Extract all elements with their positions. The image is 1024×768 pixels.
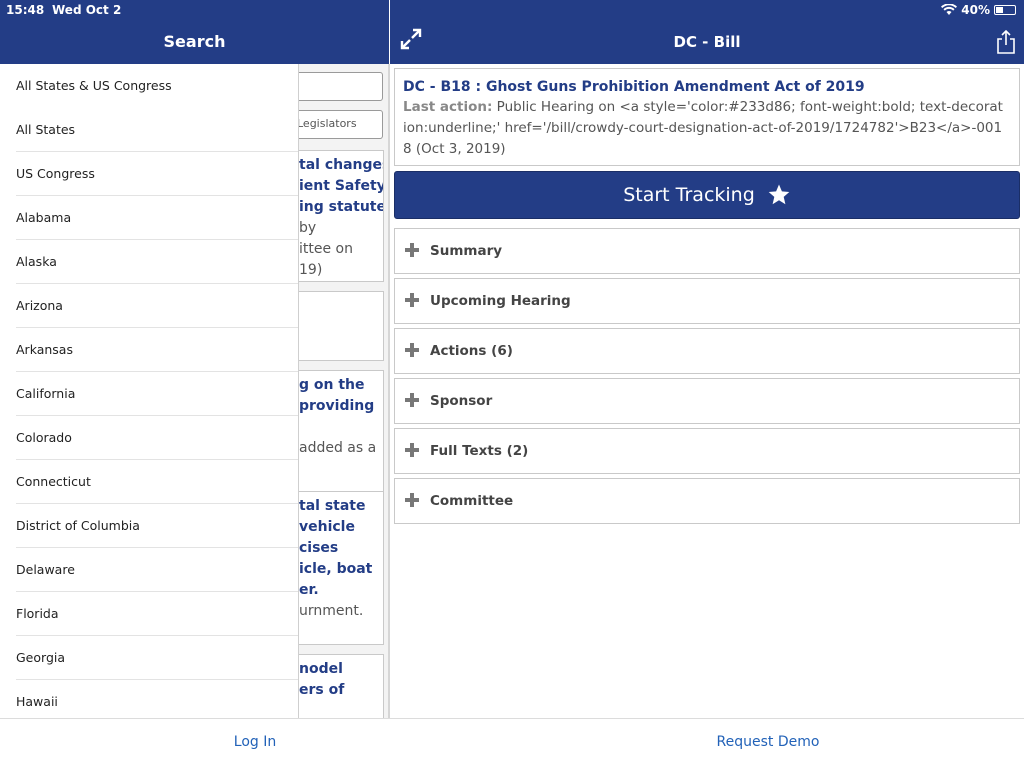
search-header: 15:48 Wed Oct 2 Search <box>0 0 389 64</box>
bill-header-title: DC - Bill <box>673 33 741 51</box>
drawer-item-alabama[interactable]: Alabama <box>0 196 298 240</box>
legislators-input-text: Legislators <box>297 117 357 130</box>
result-line: ittee on <box>299 241 353 257</box>
bill-last-action: Last action: Public Hearing on <a style=… <box>403 97 1003 160</box>
section-label: Sponsor <box>430 393 493 409</box>
section-label: Summary <box>430 243 503 259</box>
search-input[interactable] <box>290 72 383 101</box>
result-line: ing statute <box>299 199 384 215</box>
section-label: Upcoming Hearing <box>430 293 571 309</box>
result-line: by <box>299 220 317 236</box>
section-upcoming-hearing[interactable]: Upcoming Hearing <box>394 278 1020 324</box>
section-sponsor[interactable]: Sponsor <box>394 378 1020 424</box>
drawer-item-label: Arkansas <box>16 342 73 357</box>
drawer-item-label: US Congress <box>16 166 95 181</box>
status-time: 15:48 <box>6 3 45 17</box>
section-label: Full Texts (2) <box>430 443 529 459</box>
panel-divider <box>389 64 390 718</box>
result-line: cises <box>299 540 339 556</box>
drawer-item-label: Colorado <box>16 430 72 445</box>
drawer-item-label: All States <box>16 122 76 137</box>
result-line: 19) <box>299 262 323 278</box>
drawer-item-label: Connecticut <box>16 474 91 489</box>
drawer-item-label: Georgia <box>16 650 66 665</box>
drawer-item-alaska[interactable]: Alaska <box>0 240 298 284</box>
section-actions[interactable]: Actions (6) <box>394 328 1020 374</box>
drawer-item-arizona[interactable]: Arizona <box>0 284 298 328</box>
status-right: 40% <box>941 3 1016 17</box>
drawer-item-label: Alaska <box>16 254 57 269</box>
battery-icon <box>994 5 1016 15</box>
battery-fill <box>996 7 1004 13</box>
drawer-item-hawaii[interactable]: Hawaii <box>0 680 298 718</box>
section-summary[interactable]: Summary <box>394 228 1020 274</box>
result-line: urnment. <box>299 603 364 619</box>
app-root: 15:48 Wed Oct 2 Search 40% DC - Bill Leg… <box>0 0 1024 768</box>
result-line: providing <box>299 398 375 414</box>
drawer-item-arkansas[interactable]: Arkansas <box>0 328 298 372</box>
login-link[interactable]: Log In <box>0 734 510 750</box>
drawer-item-label: Hawaii <box>16 694 58 709</box>
plus-icon <box>405 443 419 457</box>
legislators-input[interactable]: Legislators <box>290 110 383 139</box>
drawer-item-all-states-us-congress[interactable]: All States & US Congress <box>0 64 298 108</box>
last-action-text: Public Hearing on <a style='color:#233d8… <box>403 99 1003 157</box>
share-icon[interactable] <box>996 30 1016 54</box>
result-card[interactable]: tal state vehicle cises icle, boat er. u… <box>290 491 384 645</box>
drawer-item-label: All States & US Congress <box>16 78 172 93</box>
plus-icon <box>405 493 419 507</box>
drawer-item-district-of-columbia[interactable]: District of Columbia <box>0 504 298 548</box>
result-line: tal state <box>299 498 366 514</box>
drawer-item-colorado[interactable]: Colorado <box>0 416 298 460</box>
last-action-label: Last action: <box>403 99 493 115</box>
drawer-item-label: Florida <box>16 606 59 621</box>
result-line: added as a <box>299 440 377 456</box>
status-date: Wed Oct 2 <box>52 3 122 17</box>
start-tracking-label: Start Tracking <box>623 184 755 206</box>
drawer-item-label: Arizona <box>16 298 63 313</box>
drawer-item-label: Alabama <box>16 210 72 225</box>
battery-percent: 40% <box>961 3 990 17</box>
section-label: Actions (6) <box>430 343 513 359</box>
result-line: ient Safety <box>299 178 384 194</box>
result-card[interactable]: nodel ers of <box>290 654 384 718</box>
result-line: vehicle <box>299 519 355 535</box>
drawer-item-label: California <box>16 386 76 401</box>
drawer-item-georgia[interactable]: Georgia <box>0 636 298 680</box>
result-line: tal changes <box>299 157 384 173</box>
result-line: nodel <box>299 661 343 677</box>
drawer-item-florida[interactable]: Florida <box>0 592 298 636</box>
plus-icon <box>405 343 419 357</box>
drawer-item-us-congress[interactable]: US Congress <box>0 152 298 196</box>
bill-summary-box: DC - B18 : Ghost Guns Prohibition Amendm… <box>394 68 1020 166</box>
result-card[interactable] <box>290 291 384 361</box>
bottom-bar: Log In Request Demo <box>0 718 1024 768</box>
result-line: icle, boat <box>299 561 373 577</box>
section-committee[interactable]: Committee <box>394 478 1020 524</box>
drawer-item-label: Delaware <box>16 562 75 577</box>
bill-title[interactable]: DC - B18 : Ghost Guns Prohibition Amendm… <box>403 77 1019 97</box>
drawer-item-label: District of Columbia <box>16 518 140 533</box>
result-line: er. <box>299 582 319 598</box>
drawer-item-delaware[interactable]: Delaware <box>0 548 298 592</box>
request-demo-link[interactable]: Request Demo <box>512 734 1024 750</box>
plus-icon <box>405 393 419 407</box>
search-title: Search <box>163 32 226 51</box>
start-tracking-button[interactable]: Start Tracking <box>394 171 1020 219</box>
section-full-texts[interactable]: Full Texts (2) <box>394 428 1020 474</box>
state-drawer: All States & US Congress All States US C… <box>0 64 299 718</box>
plus-icon <box>405 293 419 307</box>
drawer-item-connecticut[interactable]: Connecticut <box>0 460 298 504</box>
wifi-icon <box>941 4 958 15</box>
result-line: ers of <box>299 682 345 698</box>
bill-header: 40% DC - Bill <box>390 0 1024 64</box>
result-card[interactable]: tal changes ient Safety ing statute by i… <box>290 150 384 282</box>
drawer-item-all-states[interactable]: All States <box>0 108 298 152</box>
plus-icon <box>405 243 419 257</box>
star-icon <box>768 184 790 205</box>
drawer-item-california[interactable]: California <box>0 372 298 416</box>
section-label: Committee <box>430 493 514 509</box>
result-line: g on the <box>299 377 365 393</box>
